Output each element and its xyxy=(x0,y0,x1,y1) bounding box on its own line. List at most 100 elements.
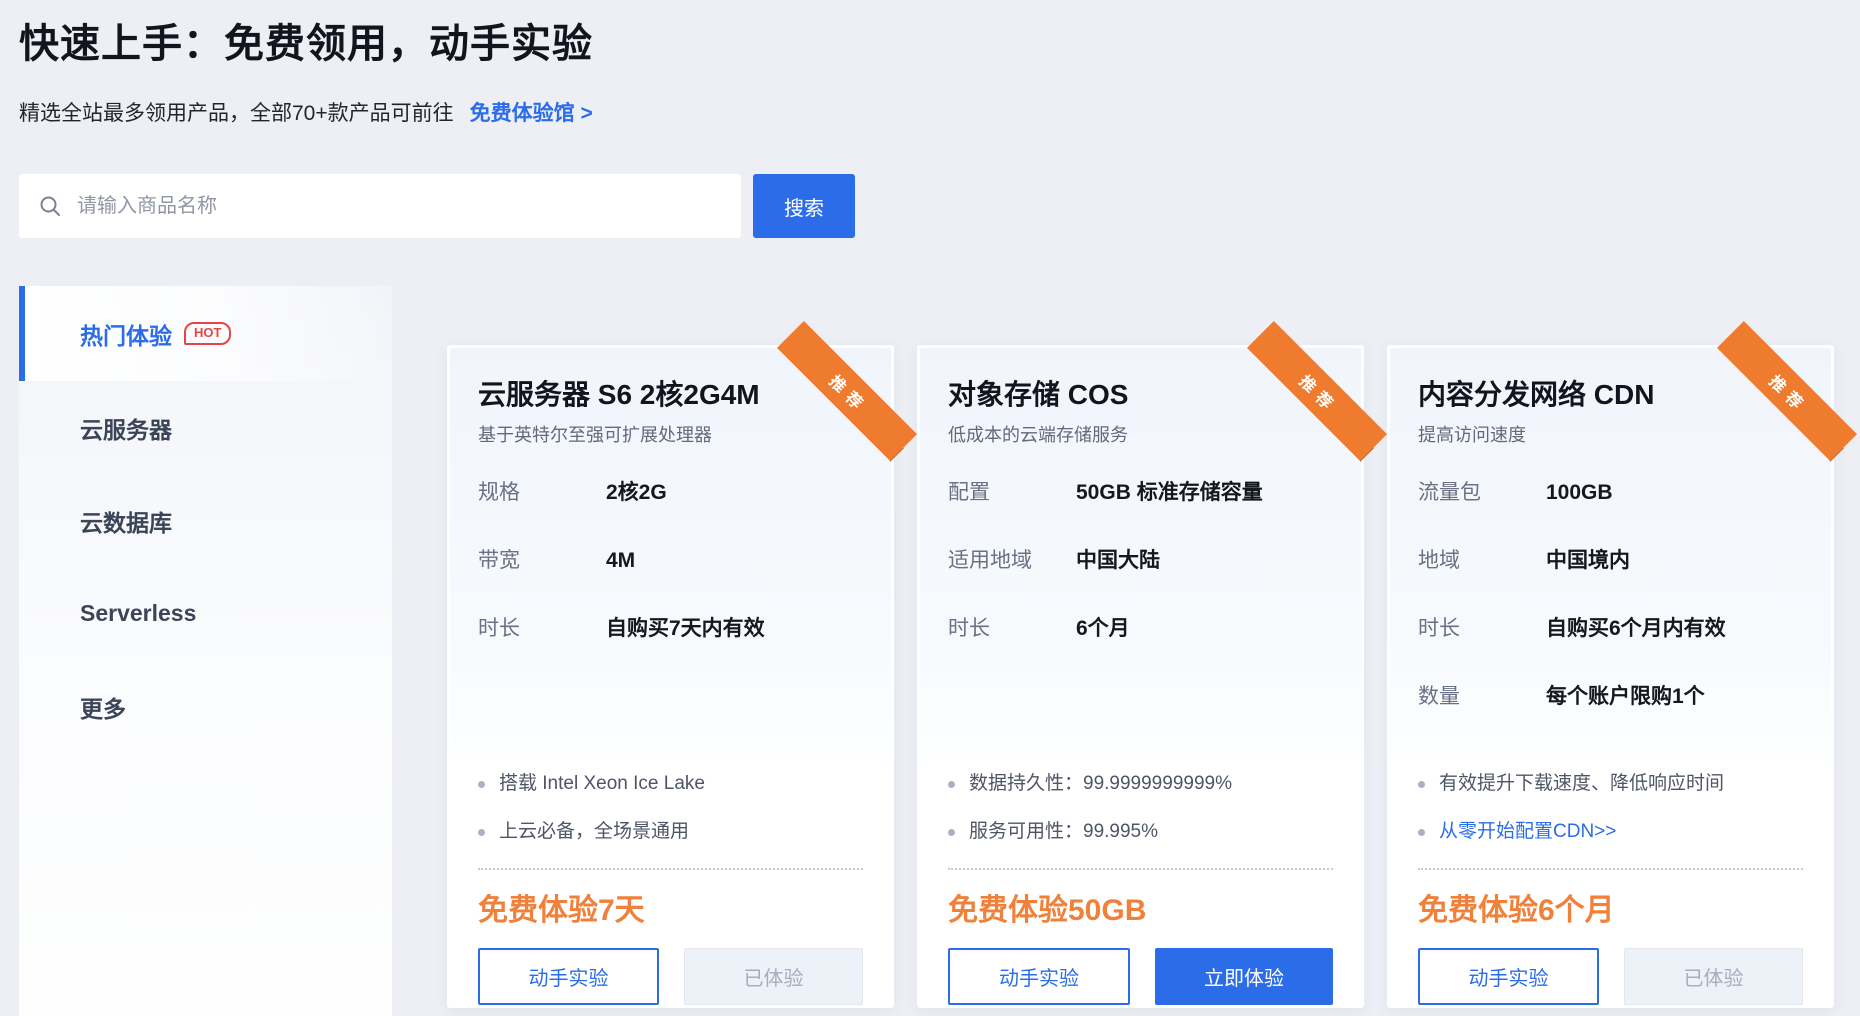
bullet-dot-icon xyxy=(478,829,485,836)
sidebar-item-more[interactable]: 更多 xyxy=(19,660,392,753)
card-header-section: 云服务器 S6 2核2G4M 基于英特尔至强可扩展处理器 规格 2核2G 带宽 … xyxy=(450,348,891,760)
hands-on-lab-button[interactable]: 动手实验 xyxy=(1418,948,1599,1005)
bullet-dot-icon xyxy=(948,781,955,788)
product-subtitle: 低成本的云端存储服务 xyxy=(948,424,1333,446)
product-title: 内容分发网络 CDN xyxy=(1418,378,1803,412)
sidebar: 热门体验 HOT 云服务器 云数据库 Serverless 更多 xyxy=(19,286,392,1016)
hands-on-lab-button[interactable]: 动手实验 xyxy=(478,948,659,1005)
card-detail-section: 有效提升下载速度、降低响应时间 从零开始配置CDN>> 免费体验6个月 动手实验… xyxy=(1390,760,1831,1005)
feature-text: 服务可用性：99.995% xyxy=(969,820,1158,844)
spec-list: 配置 50GB 标准存储容量 适用地域 中国大陆 时长 6个月 xyxy=(948,480,1333,642)
spec-label: 时长 xyxy=(948,616,1076,642)
product-card-cos: 推荐 对象存储 COS 低成本的云端存储服务 配置 50GB 标准存储容量 适用… xyxy=(917,345,1364,1008)
spec-label: 时长 xyxy=(478,616,606,642)
spec-row: 地域 中国境内 xyxy=(1418,548,1803,574)
product-title: 云服务器 S6 2核2G4M xyxy=(478,378,863,412)
sidebar-item-serverless[interactable]: Serverless xyxy=(19,567,392,660)
product-subtitle: 提高访问速度 xyxy=(1418,424,1803,446)
search-icon xyxy=(39,195,61,217)
card-actions: 动手实验 立即体验 xyxy=(948,948,1333,1005)
hands-on-lab-button[interactable]: 动手实验 xyxy=(948,948,1130,1005)
search-row: 搜索 xyxy=(19,174,1860,238)
product-subtitle: 基于英特尔至强可扩展处理器 xyxy=(478,424,863,446)
card-detail-section: 数据持久性：99.9999999999% 服务可用性：99.995% 免费体验5… xyxy=(920,760,1361,1005)
spec-value: 4M xyxy=(606,548,635,574)
spec-label: 地域 xyxy=(1418,548,1546,574)
feature-text: 有效提升下载速度、降低响应时间 xyxy=(1439,772,1724,796)
bullet-dot-icon xyxy=(1418,829,1425,836)
spec-label: 适用地域 xyxy=(948,548,1076,574)
sidebar-item-cloud-server[interactable]: 云服务器 xyxy=(19,381,392,474)
feature-bullet: 有效提升下载速度、降低响应时间 xyxy=(1418,772,1803,796)
bullet-dot-icon xyxy=(948,829,955,836)
dotted-divider xyxy=(478,868,863,870)
spec-row: 数量 每个账户限购1个 xyxy=(1418,684,1803,710)
free-experience-hall-link[interactable]: 免费体验馆 > xyxy=(470,100,593,128)
bullet-dot-icon xyxy=(478,781,485,788)
spec-label: 时长 xyxy=(1418,616,1546,642)
spec-row: 时长 自购买6个月内有效 xyxy=(1418,616,1803,642)
sidebar-item-label: 云服务器 xyxy=(80,411,172,445)
feature-bullet: 上云必备，全场景通用 xyxy=(478,820,863,844)
spec-value: 自购买6个月内有效 xyxy=(1546,616,1726,642)
cdn-tutorial-link[interactable]: 从零开始配置CDN>> xyxy=(1439,820,1616,844)
sidebar-item-label: 热门体验 xyxy=(80,317,172,351)
spec-list: 规格 2核2G 带宽 4M 时长 自购买7天内有效 xyxy=(478,480,863,642)
page-title: 快速上手：免费领用，动手实验 xyxy=(19,20,1839,68)
sidebar-item-label: Serverless xyxy=(80,600,196,627)
hot-badge: HOT xyxy=(184,322,231,345)
spec-label: 流量包 xyxy=(1418,480,1546,506)
spec-row: 适用地域 中国大陆 xyxy=(948,548,1333,574)
page-header: 快速上手：免费领用，动手实验 精选全站最多领用产品，全部70+款产品可前往 免费… xyxy=(0,0,1860,128)
product-title: 对象存储 COS xyxy=(948,378,1333,412)
product-card-cvm: 推荐 云服务器 S6 2核2G4M 基于英特尔至强可扩展处理器 规格 2核2G … xyxy=(447,345,894,1008)
spec-row: 流量包 100GB xyxy=(1418,480,1803,506)
spec-value: 自购买7天内有效 xyxy=(606,616,765,642)
feature-bullet: 数据持久性：99.9999999999% xyxy=(948,772,1333,796)
feature-bullet-link: 从零开始配置CDN>> xyxy=(1418,820,1803,844)
spec-row: 规格 2核2G xyxy=(478,480,863,506)
spec-row: 时长 6个月 xyxy=(948,616,1333,642)
sidebar-item-label: 云数据库 xyxy=(80,504,172,538)
search-input[interactable] xyxy=(75,194,721,219)
try-now-button[interactable]: 立即体验 xyxy=(1155,948,1333,1005)
product-card-cdn: 推荐 内容分发网络 CDN 提高访问速度 流量包 100GB 地域 中国境内 时… xyxy=(1387,345,1834,1008)
feature-text: 数据持久性：99.9999999999% xyxy=(969,772,1232,796)
spec-label: 规格 xyxy=(478,480,606,506)
spec-row: 时长 自购买7天内有效 xyxy=(478,616,863,642)
card-detail-section: 搭载 Intel Xeon Ice Lake 上云必备，全场景通用 免费体验7天… xyxy=(450,760,891,1005)
feature-bullet: 搭载 Intel Xeon Ice Lake xyxy=(478,772,863,796)
page-subtitle-row: 精选全站最多领用产品，全部70+款产品可前往 免费体验馆 > xyxy=(19,100,1839,128)
feature-bullet: 服务可用性：99.995% xyxy=(948,820,1333,844)
spec-label: 配置 xyxy=(948,480,1076,506)
spec-value: 6个月 xyxy=(1076,616,1130,642)
product-card-list: 推荐 云服务器 S6 2核2G4M 基于英特尔至强可扩展处理器 规格 2核2G … xyxy=(447,345,1834,1016)
spec-value: 50GB 标准存储容量 xyxy=(1076,480,1263,506)
search-button[interactable]: 搜索 xyxy=(753,174,855,238)
main-content: 热门体验 HOT 云服务器 云数据库 Serverless 更多 推荐 云服务器… xyxy=(0,286,1860,1016)
card-header-section: 对象存储 COS 低成本的云端存储服务 配置 50GB 标准存储容量 适用地域 … xyxy=(920,348,1361,760)
spec-label: 带宽 xyxy=(478,548,606,574)
spec-value: 中国大陆 xyxy=(1076,548,1160,574)
feature-text: 上云必备，全场景通用 xyxy=(499,820,689,844)
already-experienced-button: 已体验 xyxy=(1624,948,1803,1005)
spec-value: 中国境内 xyxy=(1546,548,1630,574)
page-subtitle: 精选全站最多领用产品，全部70+款产品可前往 xyxy=(19,100,454,128)
feature-text: 搭载 Intel Xeon Ice Lake xyxy=(499,772,705,796)
free-offer-text: 免费体验7天 xyxy=(478,893,863,929)
dotted-divider xyxy=(948,868,1333,870)
spec-label: 数量 xyxy=(1418,684,1546,710)
dotted-divider xyxy=(1418,868,1803,870)
spec-row: 带宽 4M xyxy=(478,548,863,574)
spec-row: 配置 50GB 标准存储容量 xyxy=(948,480,1333,506)
already-experienced-button: 已体验 xyxy=(684,948,863,1005)
spec-list: 流量包 100GB 地域 中国境内 时长 自购买6个月内有效 数量 每个账户限购… xyxy=(1418,480,1803,710)
card-actions: 动手实验 已体验 xyxy=(1418,948,1803,1005)
free-offer-text: 免费体验6个月 xyxy=(1418,893,1803,929)
bullet-dot-icon xyxy=(1418,781,1425,788)
search-box[interactable] xyxy=(19,174,741,238)
free-offer-text: 免费体验50GB xyxy=(948,893,1333,929)
spec-value: 100GB xyxy=(1546,480,1613,506)
sidebar-item-cloud-database[interactable]: 云数据库 xyxy=(19,474,392,567)
sidebar-item-hot-experience[interactable]: 热门体验 HOT xyxy=(19,286,392,381)
